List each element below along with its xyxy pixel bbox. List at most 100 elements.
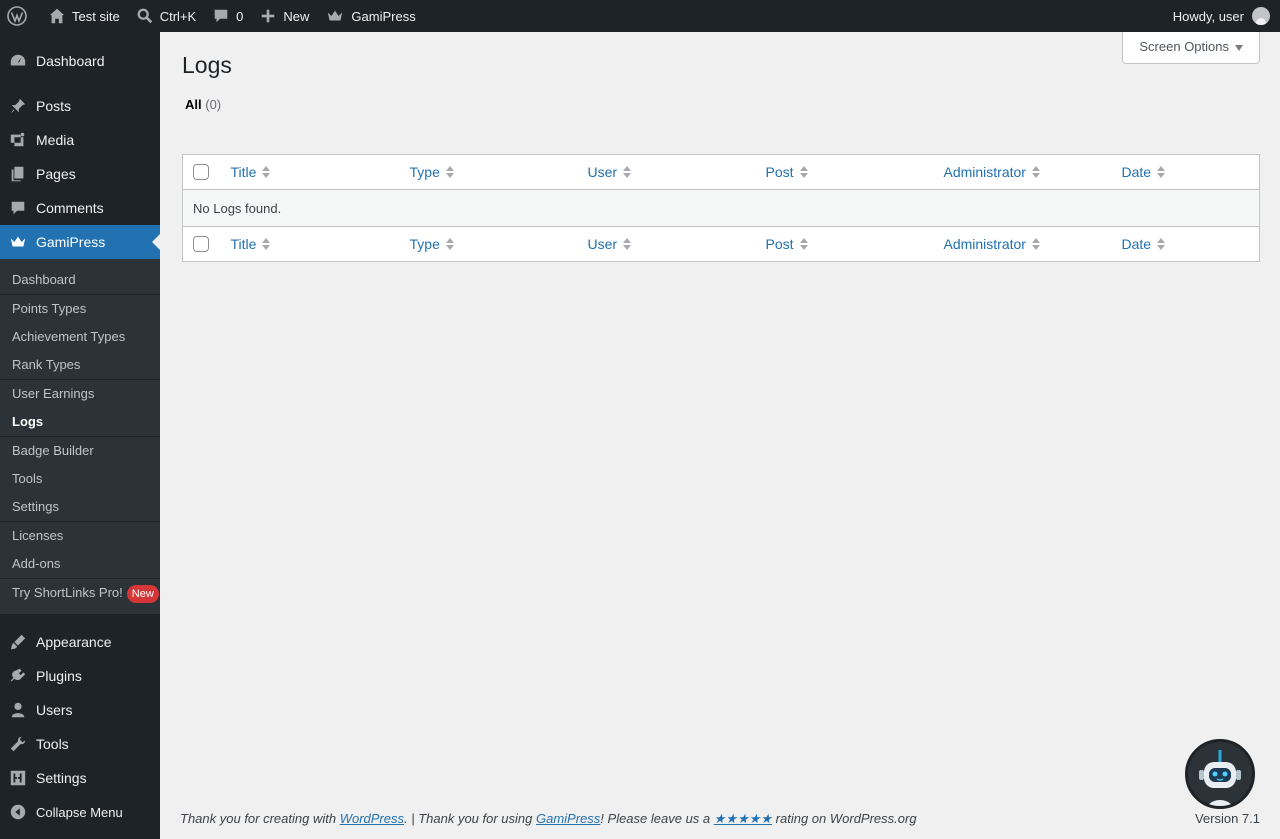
sort-administrator-link[interactable]: Administrator — [944, 164, 1040, 180]
wordpress-link[interactable]: WordPress — [340, 811, 404, 826]
menu-comments-label: Comments — [36, 200, 104, 216]
sort-arrows-icon — [1031, 238, 1040, 250]
column-post: Post — [757, 154, 936, 190]
gamipress-link[interactable]: GamiPress — [536, 811, 600, 826]
column-type-label: Type — [409, 164, 440, 180]
menu-users[interactable]: Users — [0, 693, 160, 727]
menu-comments[interactable]: Comments — [0, 191, 160, 225]
comment-icon — [214, 9, 228, 23]
version-text: Version 7.1 — [1194, 811, 1260, 826]
submenu-logs[interactable]: Logs — [0, 408, 160, 436]
collapse-menu-button[interactable]: Collapse Menu — [0, 795, 160, 829]
sort-post-link[interactable]: Post — [766, 236, 808, 252]
sort-user-link[interactable]: User — [588, 236, 632, 252]
submenu-points-types[interactable]: Points Types — [0, 295, 160, 323]
select-all-checkbox[interactable] — [193, 164, 209, 181]
sort-arrows-icon — [445, 166, 454, 178]
column-type: Type — [401, 154, 580, 190]
menu-media[interactable]: Media — [0, 123, 160, 157]
submenu-rank-types[interactable]: Rank Types — [0, 351, 160, 379]
collapse-icon — [8, 802, 28, 822]
sort-arrows-icon — [623, 238, 632, 250]
dashboard-icon — [8, 51, 28, 71]
menu-gamipress[interactable]: GamiPress — [0, 225, 160, 259]
screen-options-button[interactable]: Screen Options — [1122, 32, 1260, 64]
column-title-footer: Title — [222, 226, 402, 262]
menu-settings-label: Settings — [36, 770, 87, 786]
column-administrator: Administrator — [935, 154, 1114, 190]
table-header-row: Title Type User Post Administrator Date — [182, 154, 1260, 190]
new-content-link[interactable]: New — [251, 0, 317, 32]
menu-posts[interactable]: Posts — [0, 89, 160, 123]
sort-arrows-icon — [799, 238, 808, 250]
collapse-menu-label: Collapse Menu — [36, 804, 123, 820]
menu-pages[interactable]: Pages — [0, 157, 160, 191]
command-palette-button[interactable]: Ctrl+K — [128, 0, 204, 32]
menu-pages-label: Pages — [36, 166, 76, 182]
filter-all[interactable]: All (0) — [185, 97, 221, 112]
crown-icon — [8, 232, 28, 252]
menu-appearance[interactable]: Appearance — [0, 625, 160, 659]
column-date-footer: Date — [1113, 226, 1260, 262]
admin-footer-text: Thank you for creating with WordPress. |… — [180, 811, 917, 827]
main-content: Screen Options Logs All (0) Title Type U… — [160, 32, 1280, 839]
paintbrush-icon — [8, 632, 28, 652]
try-shortlinks-label: Try ShortLinks Pro! — [12, 585, 123, 600]
column-title: Title — [222, 154, 402, 190]
column-user-footer: User — [579, 226, 758, 262]
settings-sliders-icon — [8, 768, 28, 788]
submenu-licenses[interactable]: Licenses — [0, 522, 160, 550]
footer-text-2: . | Thank you for using — [404, 811, 536, 826]
sort-title-link[interactable]: Title — [231, 236, 271, 252]
column-title-label: Title — [230, 164, 257, 180]
wordpress-logo-icon[interactable] — [0, 0, 40, 32]
sort-date-link[interactable]: Date — [1122, 164, 1166, 180]
submenu-achievement-types[interactable]: Achievement Types — [0, 323, 160, 351]
sort-title-link[interactable]: Title — [231, 164, 271, 180]
gamipress-adminbar-link[interactable]: GamiPress — [317, 0, 423, 32]
logs-table: Title Type User Post Administrator Date … — [182, 154, 1260, 262]
menu-plugins[interactable]: Plugins — [0, 659, 160, 693]
screen-options-label: Screen Options — [1139, 39, 1229, 54]
sort-type-link[interactable]: Type — [410, 164, 454, 180]
page-title: Logs — [182, 52, 232, 78]
my-account-link[interactable]: Howdy, user — [1165, 0, 1280, 32]
menu-posts-label: Posts — [36, 98, 72, 114]
column-date: Date — [1113, 154, 1260, 190]
menu-settings[interactable]: Settings — [0, 761, 160, 795]
gamipress-adminbar-label: GamiPress — [351, 8, 416, 24]
column-administrator-footer: Administrator — [935, 226, 1114, 262]
menu-users-label: Users — [36, 702, 73, 718]
rating-stars-link[interactable]: ★★★★★ — [714, 811, 772, 826]
column-title-label: Title — [230, 236, 257, 252]
sort-user-link[interactable]: User — [588, 164, 632, 180]
submenu-settings[interactable]: Settings — [0, 493, 160, 521]
chatbot-assistant-icon[interactable] — [1185, 739, 1255, 809]
sort-type-link[interactable]: Type — [410, 236, 454, 252]
admin-sidebar: Dashboard Posts Media Pages Comments Gam… — [0, 32, 160, 839]
site-name-link[interactable]: Test site — [40, 0, 128, 32]
submenu-tools[interactable]: Tools — [0, 465, 160, 493]
sort-arrows-icon — [262, 166, 271, 178]
no-items-message: No Logs found. — [182, 189, 1260, 227]
sort-administrator-link[interactable]: Administrator — [944, 236, 1040, 252]
search-shortcut-label: Ctrl+K — [159, 8, 197, 24]
menu-tools-label: Tools — [36, 736, 69, 752]
comments-icon — [8, 198, 28, 218]
crown-icon — [328, 10, 343, 21]
sort-post-link[interactable]: Post — [766, 164, 808, 180]
submenu-try-shortlinks[interactable]: Try ShortLinks Pro! New — [0, 579, 160, 607]
select-all-cell — [182, 154, 223, 190]
menu-dashboard[interactable]: Dashboard — [0, 44, 160, 78]
column-post-footer: Post — [757, 226, 936, 262]
submenu-dashboard[interactable]: Dashboard — [0, 266, 160, 294]
menu-tools[interactable]: Tools — [0, 727, 160, 761]
column-user: User — [579, 154, 758, 190]
submenu-addons[interactable]: Add-ons — [0, 550, 160, 578]
new-label: New — [283, 8, 310, 24]
comments-link[interactable]: 0 — [204, 0, 251, 32]
submenu-badge-builder[interactable]: Badge Builder — [0, 437, 160, 465]
sort-date-link[interactable]: Date — [1122, 236, 1166, 252]
submenu-user-earnings[interactable]: User Earnings — [0, 380, 160, 408]
select-all-checkbox-footer[interactable] — [193, 236, 209, 253]
